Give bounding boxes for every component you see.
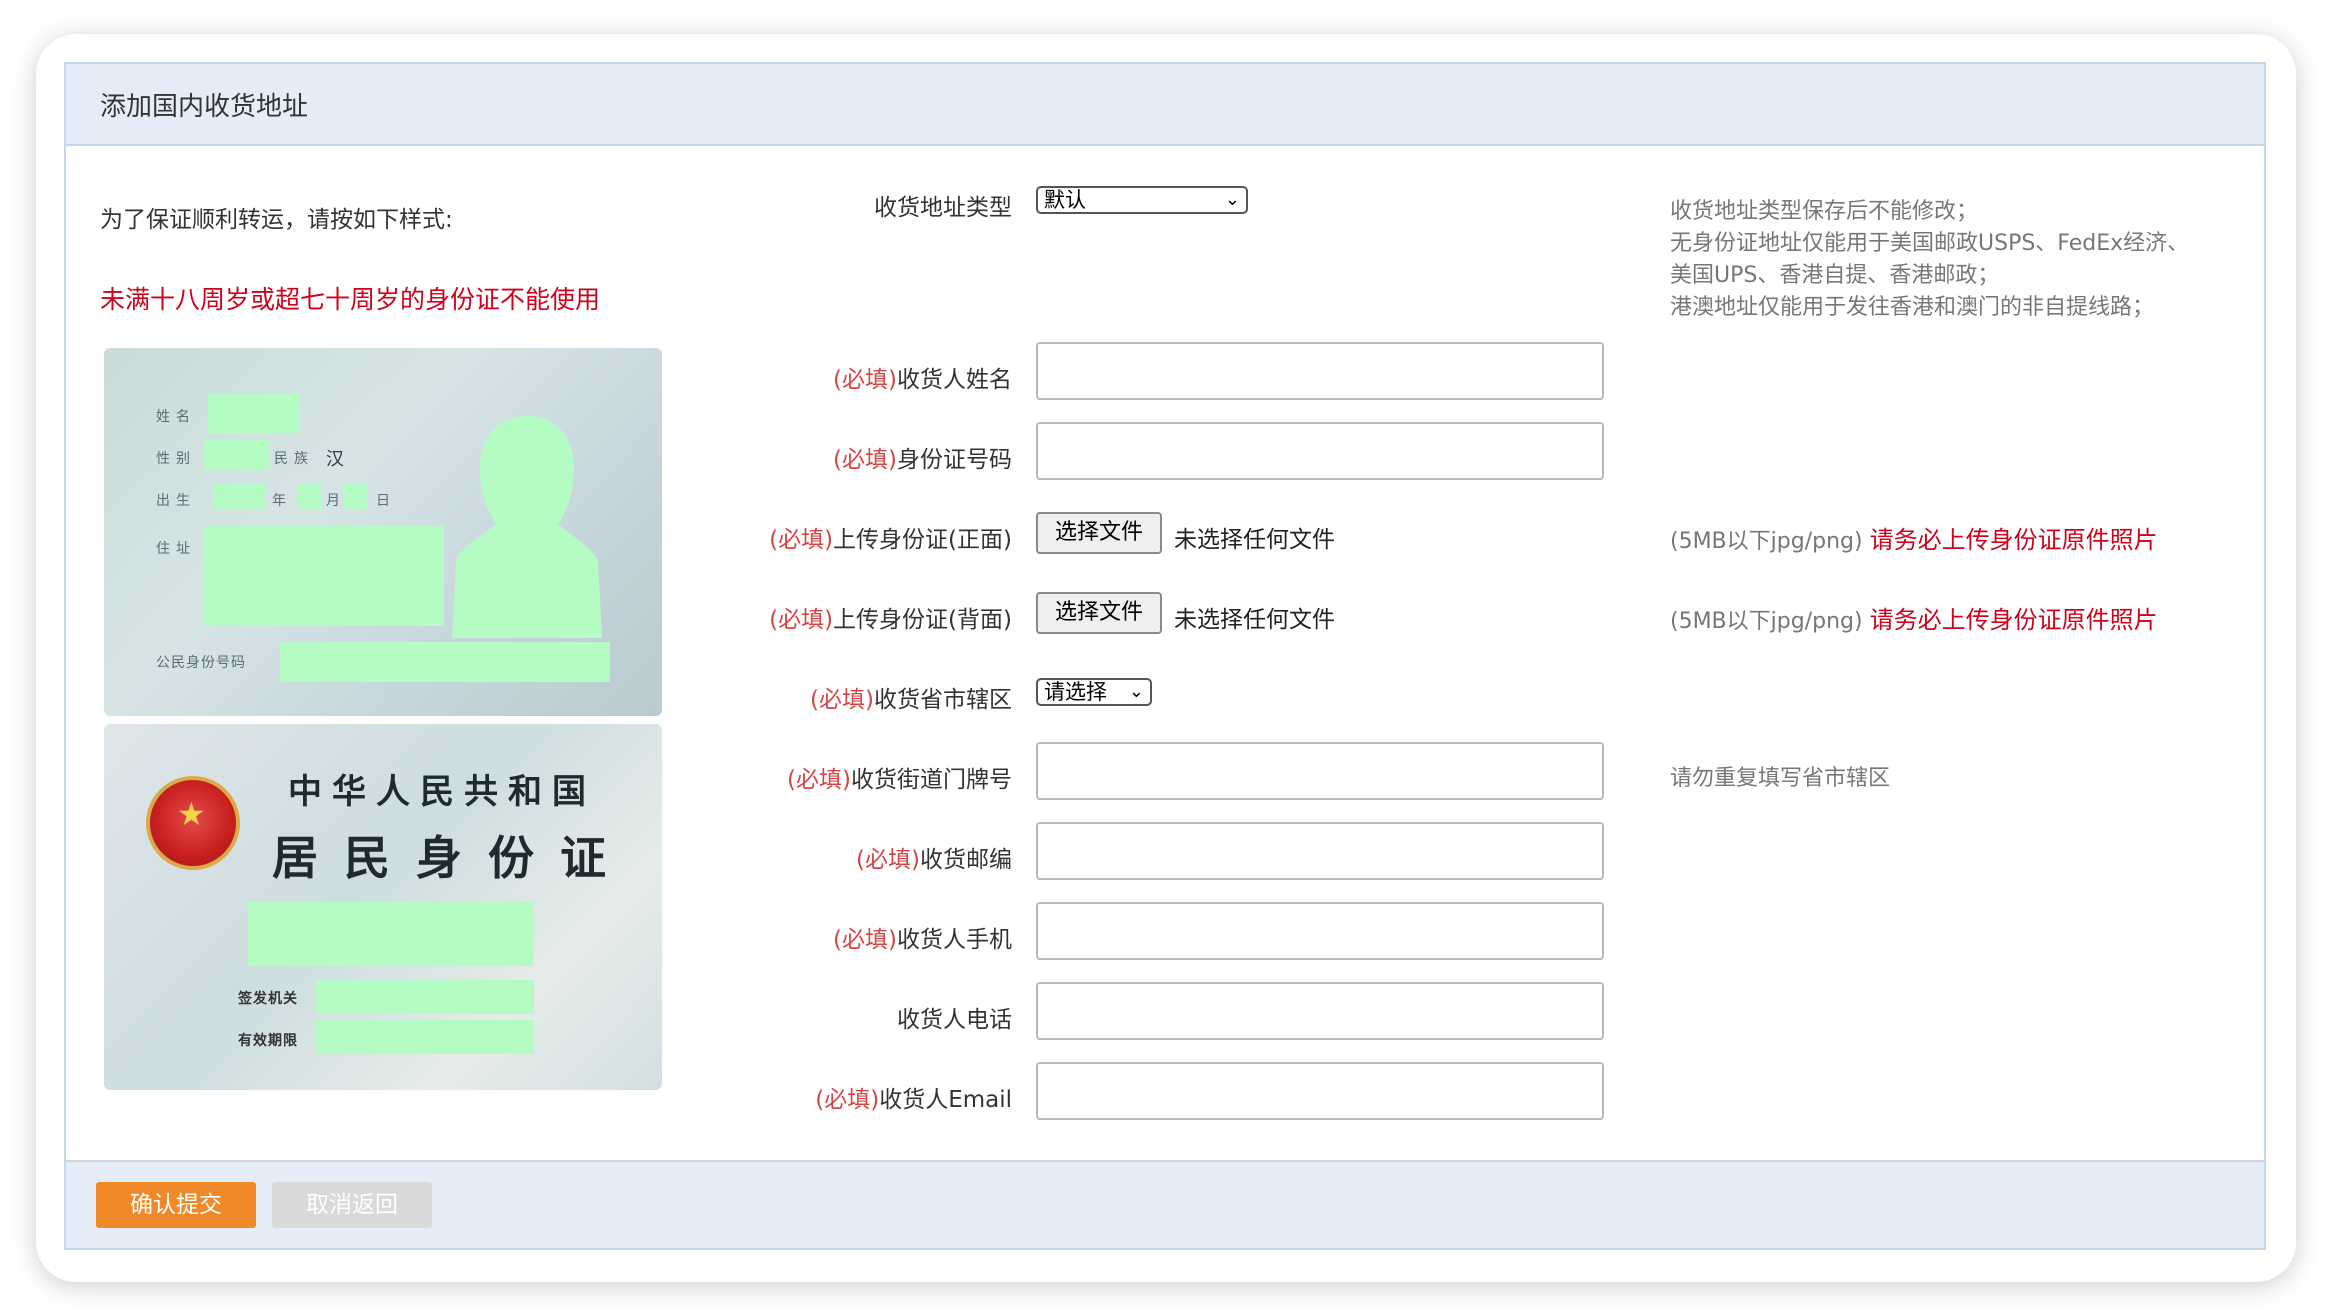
- id-front-label: (必填)上传身份证(正面): [769, 527, 1012, 553]
- email-input[interactable]: [1036, 1062, 1604, 1120]
- hint-line: 无身份证地址仅能用于美国邮政USPS、FedEx经济、: [1670, 231, 2190, 256]
- age-warning: 未满十八周岁或超七十周岁的身份证不能使用: [100, 285, 601, 314]
- region-label: (必填)收货省市辖区: [810, 687, 1012, 713]
- panel-header: 添加国内收货地址: [66, 64, 2264, 146]
- mobile-input[interactable]: [1036, 902, 1604, 960]
- id-front-file-status: 未选择任何文件: [1174, 527, 1335, 553]
- required-mark: (必填): [769, 607, 834, 633]
- hint-line: 收货地址类型保存后不能修改；: [1670, 199, 1979, 224]
- postcode-input[interactable]: [1036, 822, 1604, 880]
- row-street: (必填)收货街道门牌号 请勿重复填写省市辖区: [66, 742, 2264, 802]
- id-number-label: (必填)身份证号码: [833, 447, 1012, 473]
- phone-label: 收货人电话: [897, 1007, 1012, 1033]
- row-phone: 收货人电话: [66, 982, 2264, 1042]
- required-mark: (必填): [787, 767, 851, 793]
- hint-line: 港澳地址仅能用于发往香港和澳门的非自提线路；: [1670, 295, 2155, 320]
- panel-title: 添加国内收货地址: [100, 92, 309, 122]
- row-mobile: (必填)收货人手机: [66, 902, 2264, 962]
- id-front-upload-hint: (5MB以下jpg/png) 请务必上传身份证原件照片: [1670, 526, 2158, 554]
- hint-line: 美国UPS、香港自提、香港邮政；: [1670, 263, 2000, 288]
- address-type-hint: 收货地址类型保存后不能修改； 无身份证地址仅能用于美国邮政USPS、FedEx经…: [1670, 196, 2189, 324]
- receiver-name-label: (必填)收货人姓名: [833, 367, 1012, 393]
- required-mark: (必填): [810, 687, 874, 713]
- id-front-file-button[interactable]: 选择文件: [1036, 512, 1162, 554]
- receiver-name-input[interactable]: [1036, 342, 1604, 400]
- required-mark: (必填): [833, 367, 897, 393]
- row-id-back: (必填)上传身份证(背面) 选择文件 未选择任何文件 (5MB以下jpg/png…: [66, 582, 2264, 642]
- street-hint: 请勿重复填写省市辖区: [1670, 766, 1891, 791]
- chevron-down-icon: ⌄: [1128, 681, 1144, 702]
- id-back-upload-hint: (5MB以下jpg/png) 请务必上传身份证原件照片: [1670, 606, 2158, 634]
- email-label: (必填)收货人Email: [815, 1087, 1012, 1113]
- id-back-file-status: 未选择任何文件: [1174, 607, 1335, 633]
- mobile-label: (必填)收货人手机: [833, 927, 1012, 953]
- address-type-selected: 默认: [1044, 188, 1086, 212]
- row-receiver-name: (必填)收货人姓名: [66, 342, 2264, 402]
- chevron-down-icon: ⌄: [1224, 189, 1240, 210]
- phone-input[interactable]: [1036, 982, 1604, 1040]
- required-mark: (必填): [833, 927, 897, 953]
- required-mark: (必填): [769, 527, 834, 553]
- street-input[interactable]: [1036, 742, 1604, 800]
- cancel-button[interactable]: 取消返回: [272, 1182, 432, 1228]
- street-label: (必填)收货街道门牌号: [787, 767, 1012, 793]
- add-address-panel: 添加国内收货地址 为了保证顺利转运，请按如下样式: 未满十八周岁或超七十周岁的身…: [64, 62, 2266, 1250]
- required-mark: (必填): [833, 447, 897, 473]
- id-back-label: (必填)上传身份证(背面): [769, 607, 1012, 633]
- postcode-label: (必填)收货邮编: [856, 847, 1012, 873]
- region-selected: 请选择: [1044, 680, 1107, 704]
- panel-footer: 确认提交 取消返回: [66, 1160, 2264, 1248]
- address-type-select[interactable]: 默认 ⌄: [1036, 186, 1248, 214]
- row-region: (必填)收货省市辖区 请选择 ⌄: [66, 662, 2264, 722]
- row-id-front: (必填)上传身份证(正面) 选择文件 未选择任何文件 (5MB以下jpg/png…: [66, 502, 2264, 562]
- id-back-file-button[interactable]: 选择文件: [1036, 592, 1162, 634]
- row-id-number: (必填)身份证号码: [66, 422, 2264, 482]
- submit-button[interactable]: 确认提交: [96, 1182, 256, 1228]
- required-mark: (必填): [856, 847, 920, 873]
- row-email: (必填)收货人Email: [66, 1062, 2264, 1122]
- region-select[interactable]: 请选择 ⌄: [1036, 678, 1152, 706]
- row-postcode: (必填)收货邮编: [66, 822, 2264, 882]
- required-mark: (必填): [815, 1087, 880, 1113]
- address-type-label: 收货地址类型: [874, 195, 1012, 221]
- id-number-input[interactable]: [1036, 422, 1604, 480]
